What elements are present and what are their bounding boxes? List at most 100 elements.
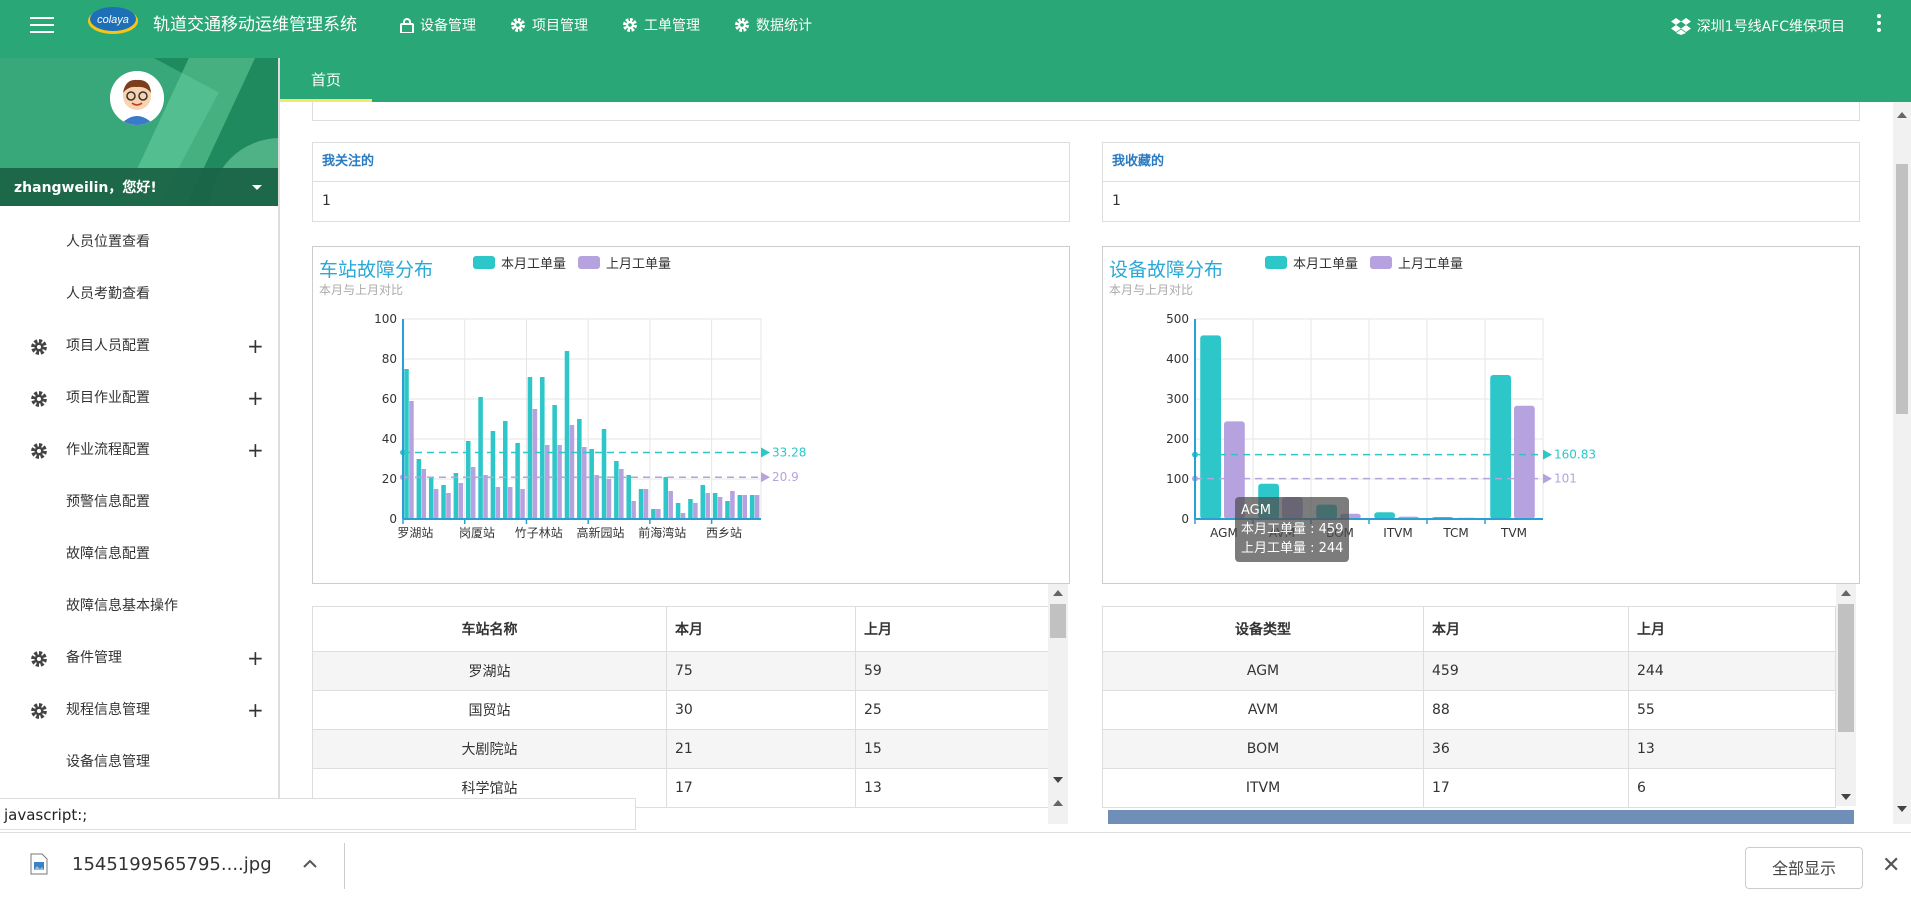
close-icon[interactable]: ✕ — [1882, 853, 1900, 878]
bar — [502, 421, 508, 519]
tab-home[interactable]: 首页 — [280, 58, 372, 102]
bar — [446, 493, 451, 519]
bar — [712, 493, 718, 519]
scroll-down-icon[interactable] — [1897, 806, 1907, 812]
x-tick-label: AGM — [1210, 526, 1238, 540]
sidebar-item[interactable]: 备件管理 + — [0, 632, 278, 684]
project-selector[interactable]: 深圳1号线AFC维保项目 — [1670, 16, 1845, 36]
horizontal-scrollbar-thumb[interactable] — [1108, 810, 1854, 824]
bar — [717, 497, 723, 519]
column-header[interactable]: 上月 — [1628, 606, 1836, 652]
column-header[interactable]: 上月 — [855, 606, 1052, 652]
table-cell: 55 — [1628, 690, 1836, 730]
tooltip-title: AGM — [1241, 503, 1271, 518]
arrow-icon — [1543, 449, 1552, 460]
table-cell: 17 — [666, 768, 856, 808]
nav-statistics[interactable]: 数据统计 — [734, 15, 812, 35]
column-header[interactable]: 本月 — [666, 606, 856, 652]
bar — [626, 475, 631, 519]
device-table-scrollbar[interactable] — [1836, 584, 1856, 806]
sidebar-item[interactable]: 故障信息基本操作 — [0, 580, 278, 632]
chart-canvas: 0100200300400500160.83101AGMAVMBOMITVMTC… — [1166, 312, 1596, 540]
scrollbar-thumb[interactable] — [1896, 164, 1908, 414]
table-row[interactable]: BOM 36 13 — [1102, 729, 1836, 769]
gear-icon — [31, 391, 47, 407]
bar — [483, 475, 488, 519]
bar — [668, 491, 673, 519]
following-panel: 我关注的 1 — [312, 142, 1070, 222]
scroll-up-icon[interactable] — [1053, 800, 1063, 806]
nav-project-management[interactable]: 项目管理 — [510, 15, 588, 35]
sidebar-item-label: 作业流程配置 — [66, 442, 150, 458]
bar — [725, 501, 730, 519]
bar — [705, 493, 710, 519]
plus-icon[interactable]: + — [247, 424, 264, 476]
sidebar-item[interactable]: 人员位置查看 — [0, 216, 278, 268]
summary-strip-partial — [312, 102, 1860, 121]
chevron-up-icon[interactable] — [302, 859, 318, 869]
more-options-icon[interactable] — [1877, 14, 1883, 35]
bar — [552, 405, 557, 519]
bar — [749, 495, 755, 519]
bar — [663, 477, 669, 519]
station-fault-chart: 车站故障分布 本月与上月对比 本月工单量 上月工单量 0 20 40 60 80 100 3… — [312, 246, 1070, 584]
scroll-up-icon[interactable] — [1897, 112, 1907, 118]
chevron-down-icon[interactable] — [252, 185, 262, 190]
y-tick-label: 100 — [1166, 472, 1189, 486]
show-all-button[interactable]: 全部显示 — [1745, 847, 1863, 889]
table-cell: ITVM — [1102, 768, 1424, 808]
plus-icon[interactable]: + — [247, 372, 264, 424]
sidebar-item[interactable]: 项目作业配置 + — [0, 372, 278, 424]
device-table: 设备类型 本月 上月 AGM 459 244 AVM 88 55 BOM 36 13 ITVM 17… — [1102, 606, 1836, 808]
nav-workorder-management[interactable]: 工单管理 — [622, 15, 700, 35]
table-cell: 459 — [1423, 651, 1629, 691]
table-row[interactable]: AVM 88 55 — [1102, 690, 1836, 730]
scrollbar-thumb[interactable] — [1838, 604, 1854, 732]
bar — [601, 429, 607, 519]
bar — [453, 473, 459, 519]
sidebar-item[interactable]: 项目人员配置 + — [0, 320, 278, 372]
arrow-icon — [1543, 473, 1552, 484]
mark-line-label: 33.28 — [772, 445, 806, 459]
table-cell: 13 — [855, 768, 1052, 808]
bar — [675, 503, 681, 519]
plus-icon[interactable]: + — [247, 684, 264, 736]
sidebar-item[interactable]: 规程信息管理 + — [0, 684, 278, 736]
column-header[interactable]: 车站名称 — [312, 606, 667, 652]
avatar[interactable] — [110, 71, 164, 125]
scroll-up-icon[interactable] — [1053, 590, 1063, 596]
table-cell: 国贸站 — [312, 690, 667, 730]
table-row[interactable]: 罗湖站 75 59 — [312, 651, 1052, 691]
lock-icon — [400, 18, 414, 33]
plus-icon[interactable]: + — [247, 320, 264, 372]
table-row[interactable]: 国贸站 30 25 — [312, 690, 1052, 730]
scroll-up-icon[interactable] — [1841, 590, 1851, 596]
scroll-down-icon[interactable] — [1841, 794, 1851, 800]
sidebar-item[interactable]: 人员考勤查看 — [0, 268, 278, 320]
column-header[interactable]: 本月 — [1423, 606, 1629, 652]
scroll-down-icon[interactable] — [1053, 777, 1063, 783]
station-table-scrollbar[interactable] — [1048, 584, 1068, 824]
table-row[interactable]: 大剧院站 21 15 — [312, 729, 1052, 769]
hamburger-menu-icon[interactable] — [30, 17, 54, 35]
table-row[interactable]: ITVM 17 6 — [1102, 768, 1836, 808]
sidebar-item-label: 故障信息配置 — [66, 546, 150, 562]
sidebar-item[interactable]: 预警信息配置 — [0, 476, 278, 528]
column-header[interactable]: 设备类型 — [1102, 606, 1424, 652]
sidebar-item-label: 人员位置查看 — [66, 234, 150, 250]
sidebar-item[interactable]: 故障信息配置 — [0, 528, 278, 580]
bar — [582, 447, 587, 519]
page-scrollbar[interactable] — [1893, 102, 1911, 824]
download-item[interactable]: 1545199565795....jpg — [30, 853, 272, 875]
plus-icon[interactable]: + — [247, 632, 264, 684]
table-row[interactable]: AGM 459 244 — [1102, 651, 1836, 691]
x-tick-label: 岗厦站 — [459, 526, 495, 540]
nav-device-management[interactable]: 设备管理 — [400, 15, 476, 35]
sidebar-menu: 人员位置查看 人员考勤查看 项目人员配置 + 项目作业配置 + 作业流程配置 + 预警信息配置故… — [0, 206, 278, 788]
bar — [700, 485, 706, 519]
bar — [421, 469, 427, 519]
sidebar-item[interactable]: 设备信息管理 — [0, 736, 278, 788]
download-filename: 1545199565795....jpg — [72, 853, 272, 875]
scrollbar-thumb[interactable] — [1050, 604, 1066, 638]
sidebar-item[interactable]: 作业流程配置 + — [0, 424, 278, 476]
